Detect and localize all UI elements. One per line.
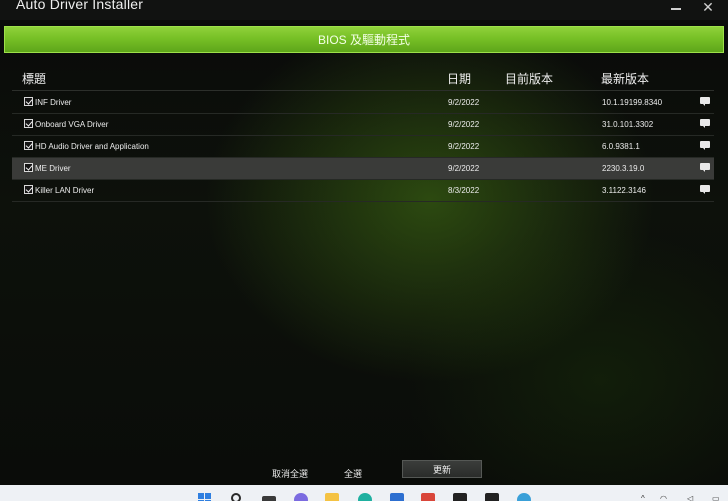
close-button[interactable]: ✕ bbox=[694, 0, 722, 16]
chat-icon[interactable] bbox=[294, 493, 308, 501]
driver-name: Killer LAN Driver bbox=[35, 186, 95, 195]
minimize-button[interactable] bbox=[662, 0, 690, 16]
latest-version: 10.1.19199.8340 bbox=[602, 98, 663, 107]
close-icon: ✕ bbox=[702, 0, 714, 15]
speaker-icon[interactable]: ◁ bbox=[687, 494, 693, 501]
release-note-icon[interactable] bbox=[700, 185, 710, 194]
row-checkbox[interactable] bbox=[24, 141, 33, 150]
driver-name: INF Driver bbox=[35, 98, 72, 107]
release-note-icon[interactable] bbox=[700, 119, 710, 128]
windows-start-icon[interactable] bbox=[198, 493, 212, 501]
app-icon[interactable] bbox=[485, 493, 499, 501]
update-button[interactable]: 更新 bbox=[402, 460, 482, 478]
row-checkbox[interactable] bbox=[24, 97, 33, 106]
release-note-icon[interactable] bbox=[700, 97, 710, 106]
driver-date: 8/3/2022 bbox=[448, 186, 480, 195]
header-title: 標題 bbox=[22, 72, 47, 86]
latest-version: 3.1122.3146 bbox=[602, 186, 646, 195]
update-button-label: 更新 bbox=[432, 464, 451, 475]
select-all-button[interactable]: 全選 bbox=[344, 467, 362, 480]
header-divider bbox=[12, 90, 714, 91]
driver-date: 9/2/2022 bbox=[448, 164, 480, 173]
driver-name: Onboard VGA Driver bbox=[35, 120, 109, 129]
table-row[interactable]: Onboard VGA Driver 9/2/2022 31.0.101.330… bbox=[12, 114, 714, 136]
release-note-icon[interactable] bbox=[700, 163, 710, 172]
driver-date: 9/2/2022 bbox=[448, 98, 480, 107]
file-explorer-icon[interactable] bbox=[325, 493, 339, 501]
driver-name: ME Driver bbox=[35, 164, 71, 173]
table-row[interactable]: HD Audio Driver and Application 9/2/2022… bbox=[12, 136, 714, 158]
bios-drivers-banner[interactable]: BIOS 及驅動程式 bbox=[4, 26, 724, 53]
globe-icon[interactable] bbox=[517, 493, 531, 501]
latest-version: 2230.3.19.0 bbox=[602, 164, 645, 173]
latest-version: 31.0.101.3302 bbox=[602, 120, 654, 129]
header-date: 日期 bbox=[447, 72, 472, 86]
row-checkbox[interactable] bbox=[24, 185, 33, 194]
latest-version: 6.0.9381.1 bbox=[602, 142, 640, 151]
table-header: 標題 日期 目前版本 最新版本 bbox=[12, 70, 714, 90]
task-view-icon[interactable] bbox=[262, 496, 276, 501]
gift-icon[interactable] bbox=[421, 493, 435, 501]
release-note-icon[interactable] bbox=[700, 141, 710, 150]
header-current-version: 目前版本 bbox=[505, 72, 554, 86]
window-title: Auto Driver Installer bbox=[16, 0, 144, 12]
minimize-icon bbox=[671, 8, 681, 10]
header-latest-version: 最新版本 bbox=[601, 72, 650, 86]
edge-icon[interactable] bbox=[358, 493, 372, 501]
driver-date: 9/2/2022 bbox=[448, 120, 480, 129]
row-checkbox[interactable] bbox=[24, 119, 33, 128]
driver-name: HD Audio Driver and Application bbox=[35, 142, 149, 151]
title-bar: Auto Driver Installer ✕ bbox=[0, 0, 728, 20]
deselect-all-button[interactable]: 取消全選 bbox=[272, 467, 308, 480]
driver-date: 9/2/2022 bbox=[448, 142, 480, 151]
app-icon[interactable] bbox=[453, 493, 467, 501]
search-icon[interactable] bbox=[231, 493, 241, 501]
table-row[interactable]: Killer LAN Driver 8/3/2022 3.1122.3146 bbox=[12, 180, 714, 202]
tray-overflow-icon[interactable]: ^ bbox=[641, 494, 645, 501]
banner-label: BIOS 及驅動程式 bbox=[317, 33, 410, 47]
table-row[interactable]: INF Driver 9/2/2022 10.1.19199.8340 bbox=[12, 92, 714, 114]
store-icon[interactable] bbox=[390, 493, 404, 501]
battery-icon[interactable]: ▭ bbox=[712, 494, 720, 501]
row-checkbox[interactable] bbox=[24, 163, 33, 172]
table-row-selected[interactable]: ME Driver 9/2/2022 2230.3.19.0 bbox=[12, 158, 714, 180]
bottom-actions: 取消全選 全選 更新 bbox=[0, 455, 728, 485]
taskbar: ^ ◠ ◁ ▭ bbox=[0, 485, 728, 501]
wifi-icon[interactable]: ◠ bbox=[660, 494, 667, 501]
